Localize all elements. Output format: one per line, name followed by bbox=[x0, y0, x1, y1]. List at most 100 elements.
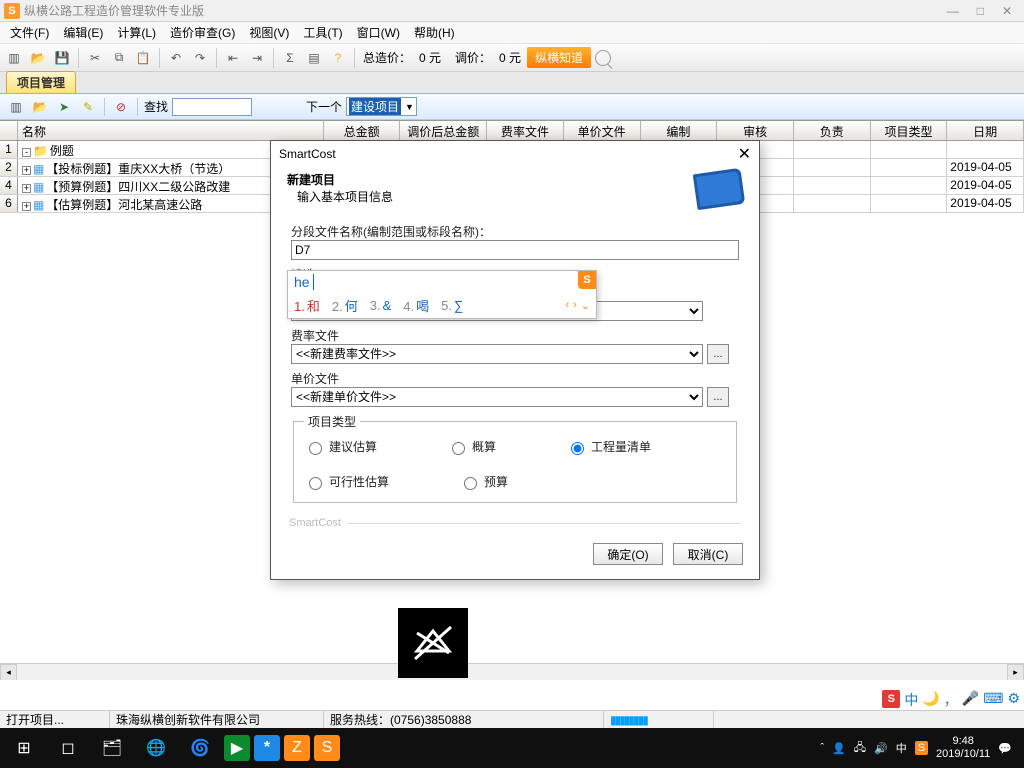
help-icon[interactable]: ? bbox=[328, 48, 348, 68]
new-icon[interactable]: ▥ bbox=[4, 48, 24, 68]
redo-icon[interactable]: ↷ bbox=[190, 48, 210, 68]
status-open-project[interactable]: 打开项目... bbox=[0, 711, 110, 728]
cancel-button[interactable]: 取消(C) bbox=[673, 543, 743, 565]
mic-icon[interactable]: 🎤 bbox=[962, 690, 979, 710]
ime-candidate[interactable]: 5.∑ bbox=[441, 298, 463, 313]
scroll-left-icon[interactable]: ◂ bbox=[0, 664, 17, 681]
paste-icon[interactable]: 📋 bbox=[133, 48, 153, 68]
col-name[interactable]: 名称 bbox=[18, 121, 324, 140]
browser-icon[interactable]: 🌐 bbox=[136, 732, 176, 764]
edit-icon[interactable]: ✎ bbox=[78, 97, 98, 117]
tray-people-icon[interactable]: 👤 bbox=[832, 742, 846, 755]
tray-chevron-icon[interactable]: ˆ bbox=[820, 742, 824, 754]
price-file-browse-button[interactable]: ... bbox=[707, 387, 729, 407]
new-doc-icon[interactable]: ▥ bbox=[6, 97, 26, 117]
arrow-icon[interactable]: ➤ bbox=[54, 97, 74, 117]
horizontal-scrollbar[interactable]: ◂ ▸ bbox=[0, 663, 1024, 680]
indent-right-icon[interactable]: ⇥ bbox=[247, 48, 267, 68]
ime-candidate[interactable]: 4.喝 bbox=[403, 296, 429, 315]
chart-icon[interactable]: ▤ bbox=[304, 48, 324, 68]
tree-expand-icon[interactable]: - bbox=[22, 148, 31, 157]
next-label[interactable]: 下一个 bbox=[306, 98, 342, 115]
project-type-radio[interactable]: 建议估算 bbox=[304, 438, 377, 455]
moon-icon[interactable]: 🌙 bbox=[922, 690, 939, 710]
minimize-button[interactable]: — bbox=[947, 4, 959, 18]
undo-icon[interactable]: ↶ bbox=[166, 48, 186, 68]
open-doc-icon[interactable]: 📂 bbox=[30, 97, 50, 117]
settings-icon[interactable]: ⚙ bbox=[1007, 690, 1020, 710]
z-app-icon[interactable]: Z bbox=[284, 735, 310, 761]
col-audit[interactable]: 审核 bbox=[717, 121, 794, 140]
sum-icon[interactable]: Σ bbox=[280, 48, 300, 68]
menu-window[interactable]: 窗口(W) bbox=[353, 22, 404, 43]
filter-select[interactable]: 建设项目 ▼ bbox=[346, 97, 417, 116]
project-type-radio[interactable]: 概算 bbox=[447, 438, 496, 455]
sogou-tray-icon[interactable]: S bbox=[882, 690, 900, 708]
menu-edit[interactable]: 编辑(E) bbox=[59, 22, 107, 43]
dialog-close-icon[interactable]: ✕ bbox=[738, 144, 751, 164]
tree-expand-icon[interactable]: + bbox=[22, 202, 31, 211]
notifications-icon[interactable]: 💬 bbox=[998, 742, 1012, 755]
fee-file-browse-button[interactable]: ... bbox=[707, 344, 729, 364]
explorer-icon[interactable]: 🗂 bbox=[92, 732, 132, 764]
segment-name-input[interactable] bbox=[291, 240, 739, 260]
cut-icon[interactable]: ✂ bbox=[85, 48, 105, 68]
tray-volume-icon[interactable]: 🔊 bbox=[874, 742, 888, 755]
radio-input[interactable] bbox=[309, 477, 322, 490]
menu-help[interactable]: 帮助(H) bbox=[410, 22, 459, 43]
col-adjtotal[interactable]: 调价后总金额 bbox=[400, 121, 487, 140]
col-feefile[interactable]: 费率文件 bbox=[487, 121, 564, 140]
comma-icon[interactable]: ， bbox=[944, 690, 958, 710]
project-type-radio[interactable]: 可行性估算 bbox=[304, 473, 389, 490]
tray-network-icon[interactable]: 🖧 bbox=[854, 739, 866, 758]
radio-input[interactable] bbox=[452, 442, 465, 455]
close-button[interactable]: ✕ bbox=[1002, 4, 1012, 18]
copy-icon[interactable]: ⧉ bbox=[109, 48, 129, 68]
price-file-select[interactable]: <<新建单价文件>> bbox=[291, 387, 703, 407]
ime-more-icon[interactable]: ⌄ bbox=[581, 299, 590, 312]
radio-input[interactable] bbox=[571, 442, 584, 455]
start-button[interactable]: ⊞ bbox=[4, 732, 44, 764]
sogou-app-icon[interactable]: S bbox=[314, 735, 340, 761]
menu-review[interactable]: 造价审查(G) bbox=[166, 22, 239, 43]
ime-next-icon[interactable]: › bbox=[573, 299, 577, 312]
ime-candidate[interactable]: 2.何 bbox=[332, 296, 358, 315]
col-rownum[interactable] bbox=[0, 121, 18, 140]
ime-candidate[interactable]: 1.和 bbox=[294, 296, 320, 315]
tree-expand-icon[interactable]: + bbox=[22, 166, 31, 175]
open-icon[interactable]: 📂 bbox=[28, 48, 48, 68]
taskbar-clock[interactable]: 9:48 2019/10/11 bbox=[936, 735, 990, 761]
indent-left-icon[interactable]: ⇤ bbox=[223, 48, 243, 68]
find-input[interactable] bbox=[172, 98, 252, 116]
delete-icon[interactable]: ⊘ bbox=[111, 97, 131, 117]
taskview-icon[interactable]: ◻ bbox=[48, 732, 88, 764]
project-type-radio[interactable]: 预算 bbox=[459, 473, 508, 490]
iqiyi-icon[interactable]: ▶ bbox=[224, 735, 250, 761]
tray-lang-icon[interactable]: 中 bbox=[896, 740, 907, 756]
col-pricefile[interactable]: 单价文件 bbox=[564, 121, 641, 140]
project-type-radio[interactable]: 工程量清单 bbox=[566, 438, 651, 455]
search-icon[interactable] bbox=[595, 50, 611, 66]
col-date[interactable]: 日期 bbox=[947, 121, 1024, 140]
radio-input[interactable] bbox=[309, 442, 322, 455]
ime-lang-icon[interactable]: 中 bbox=[904, 690, 918, 710]
save-icon[interactable]: 💾 bbox=[52, 48, 72, 68]
menu-tools[interactable]: 工具(T) bbox=[299, 22, 346, 43]
maximize-button[interactable]: □ bbox=[977, 4, 984, 18]
keyboard-icon[interactable]: ⌨ bbox=[983, 690, 1003, 710]
col-manager[interactable]: 负责 bbox=[794, 121, 871, 140]
menu-view[interactable]: 视图(V) bbox=[245, 22, 293, 43]
scroll-right-icon[interactable]: ▸ bbox=[1007, 664, 1024, 681]
menu-calc[interactable]: 计算(L) bbox=[113, 22, 160, 43]
col-total[interactable]: 总金额 bbox=[324, 121, 401, 140]
menu-file[interactable]: 文件(F) bbox=[6, 22, 53, 43]
fee-file-select[interactable]: <<新建费率文件>> bbox=[291, 344, 703, 364]
tab-project-mgmt[interactable]: 项目管理 bbox=[6, 71, 76, 93]
tree-expand-icon[interactable]: + bbox=[22, 184, 31, 193]
swirl-icon[interactable]: 🌀 bbox=[180, 732, 220, 764]
ok-button[interactable]: 确定(O) bbox=[593, 543, 663, 565]
star-app-icon[interactable]: * bbox=[254, 735, 280, 761]
ime-prev-icon[interactable]: ‹ bbox=[565, 299, 569, 312]
zhidao-button[interactable]: 纵横知道 bbox=[527, 47, 591, 68]
radio-input[interactable] bbox=[464, 477, 477, 490]
